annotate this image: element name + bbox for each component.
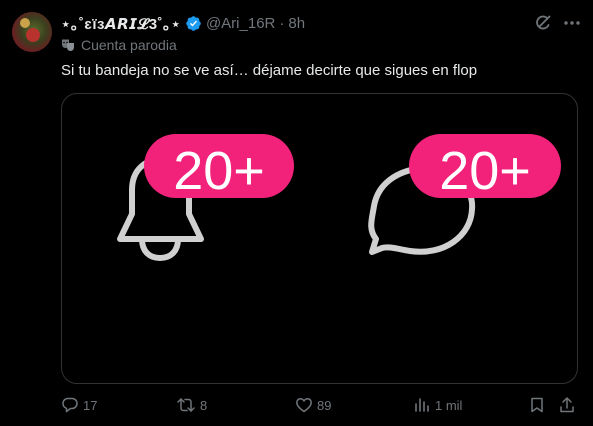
reply-icon bbox=[62, 397, 78, 413]
handle[interactable]: @Ari_16R bbox=[206, 15, 275, 32]
share-button[interactable] bbox=[558, 396, 576, 414]
repost-button[interactable]: 8 bbox=[176, 396, 207, 414]
theater-masks-icon bbox=[62, 39, 74, 51]
tweet-header: ⋆｡˚ɛïɜ𝘼𝙍𝙄𝓛3˚｡⋆ @Ari_16R · 8h bbox=[61, 13, 305, 33]
heart-icon bbox=[296, 398, 312, 413]
message-badge: 20+ bbox=[409, 134, 561, 201]
reply-button[interactable]: 17 bbox=[61, 396, 97, 414]
tweet-actions: 17 8 89 1 mil bbox=[61, 396, 581, 418]
timestamp[interactable]: 8h bbox=[288, 15, 305, 32]
separator-dot: · bbox=[279, 14, 285, 32]
more-options-icon[interactable] bbox=[562, 13, 582, 33]
display-name[interactable]: ⋆｡˚ɛïɜ𝘼𝙍𝙄𝓛3˚｡⋆ bbox=[61, 13, 181, 34]
reply-count: 17 bbox=[83, 397, 98, 413]
repost-count: 8 bbox=[200, 397, 208, 413]
bell-badge: 20+ bbox=[144, 134, 294, 201]
bell-badge-count: 20+ bbox=[173, 141, 265, 201]
views-count: 1 mil bbox=[435, 397, 463, 413]
views-chart-icon bbox=[415, 398, 429, 412]
like-button[interactable]: 89 bbox=[295, 396, 331, 414]
parody-text: Cuenta parodia bbox=[81, 37, 177, 53]
repost-icon bbox=[177, 398, 195, 412]
bookmark-button[interactable] bbox=[528, 396, 546, 414]
views-button[interactable]: 1 mil bbox=[413, 396, 462, 414]
avatar[interactable] bbox=[12, 12, 52, 52]
message-badge-count: 20+ bbox=[439, 141, 531, 201]
share-icon bbox=[560, 397, 574, 413]
bookmark-icon bbox=[531, 397, 543, 413]
tweet-text: Si tu bandeja no se ve así… déjame decir… bbox=[61, 62, 478, 79]
like-count: 89 bbox=[317, 397, 332, 413]
verified-badge-icon[interactable] bbox=[185, 15, 202, 32]
tweet-media-image[interactable]: 20+ 20+ bbox=[61, 93, 578, 384]
parody-label: Cuenta parodia bbox=[61, 37, 177, 53]
grok-icon[interactable] bbox=[533, 13, 553, 33]
